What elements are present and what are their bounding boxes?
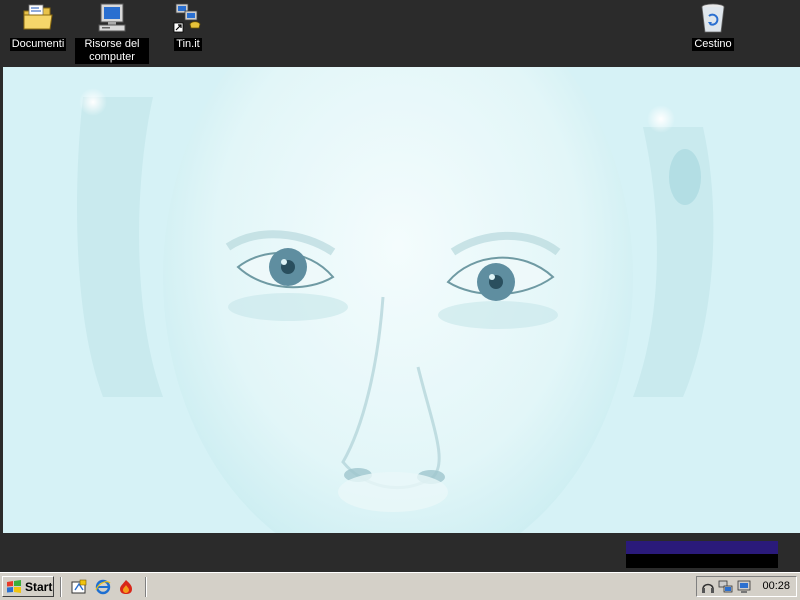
windows-flag-icon <box>7 579 21 593</box>
desktop-icon-documenti[interactable]: Documenti <box>0 2 76 51</box>
network-icon[interactable] <box>718 579 734 595</box>
desktop-icon-tin-it[interactable]: Tin.it <box>150 2 226 51</box>
monitor-icon[interactable] <box>736 579 752 595</box>
desktop-icon-risorse-del-computer[interactable]: Risorse del computer <box>74 2 150 64</box>
internet-explorer-icon[interactable] <box>94 578 112 596</box>
recycle-bin-icon <box>696 2 730 34</box>
taskbar-separator <box>60 577 62 597</box>
taskbar-clock[interactable]: 00:28 <box>762 580 790 592</box>
start-label: Start <box>25 579 53 594</box>
overlay-caption-strip <box>626 541 778 554</box>
desktop-wallpaper-face-image <box>3 67 800 533</box>
headphones-icon[interactable] <box>700 579 716 595</box>
desktop-icon-label: Tin.it <box>174 38 202 51</box>
my-computer-icon <box>95 2 129 34</box>
folder-documents-icon <box>21 2 55 34</box>
taskbar-separator <box>145 577 147 597</box>
desktop-icon-label: Cestino <box>692 38 734 51</box>
desktop-icon-label: Documenti <box>9 38 67 51</box>
show-desktop-icon[interactable] <box>70 578 88 596</box>
network-connection-shortcut-icon <box>171 2 205 34</box>
start-button[interactable]: Start <box>2 576 54 597</box>
desktop-icon-cestino[interactable]: Cestino <box>675 2 751 51</box>
system-tray: 00:28 <box>696 576 797 597</box>
firewall-icon[interactable] <box>117 578 135 596</box>
taskbar: Start 00:28 <box>0 572 800 600</box>
overlay-caption-box <box>626 541 778 568</box>
desktop: Documenti Risorse del computer Tin.it Ce… <box>0 0 800 572</box>
desktop-icon-label: Risorse del computer <box>75 38 149 64</box>
